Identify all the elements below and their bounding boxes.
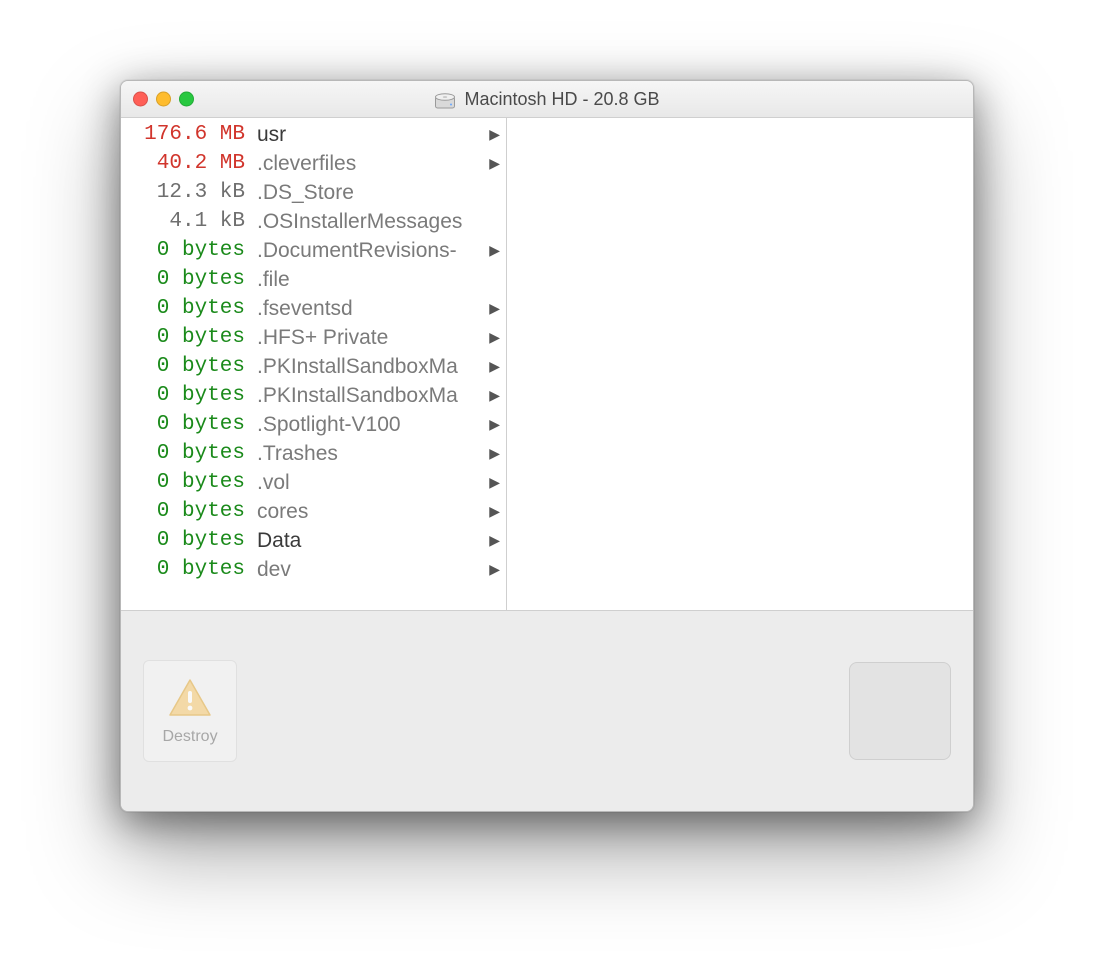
expand-arrow-icon[interactable]: ▶ — [486, 532, 500, 549]
file-size: 0 bytes — [123, 268, 257, 291]
expand-arrow-icon[interactable]: ▶ — [486, 474, 500, 491]
file-row[interactable]: 0 bytes.PKInstallSandboxMa▶ — [121, 352, 506, 381]
expand-arrow-icon[interactable]: ▶ — [486, 561, 500, 578]
file-size: 0 bytes — [123, 384, 257, 407]
file-size: 0 bytes — [123, 355, 257, 378]
expand-arrow-icon[interactable]: ▶ — [486, 155, 500, 172]
app-window: Macintosh HD - 20.8 GB 176.6 MBusr▶40.2 … — [120, 80, 974, 812]
file-row[interactable]: 0 bytes.fseventsd▶ — [121, 294, 506, 323]
expand-arrow-icon[interactable]: ▶ — [486, 300, 500, 317]
traffic-lights — [133, 92, 194, 107]
file-name: .Spotlight-V100 — [257, 413, 486, 437]
file-size: 0 bytes — [123, 413, 257, 436]
file-size: 0 bytes — [123, 239, 257, 262]
file-name: .PKInstallSandboxMa — [257, 355, 486, 379]
file-row[interactable]: 0 bytes.file▶ — [121, 265, 506, 294]
file-size: 0 bytes — [123, 471, 257, 494]
file-row[interactable]: 40.2 MB.cleverfiles▶ — [121, 149, 506, 178]
expand-arrow-icon[interactable]: ▶ — [486, 329, 500, 346]
file-size: 12.3 kB — [123, 181, 257, 204]
file-size: 0 bytes — [123, 529, 257, 552]
content-area: 176.6 MBusr▶40.2 MB.cleverfiles▶12.3 kB.… — [121, 118, 973, 611]
expand-arrow-icon[interactable]: ▶ — [486, 387, 500, 404]
file-size: 176.6 MB — [123, 123, 257, 146]
file-name: .DS_Store — [257, 181, 486, 205]
file-row[interactable]: 4.1 kB.OSInstallerMessages▶ — [121, 207, 506, 236]
file-size: 4.1 kB — [123, 210, 257, 233]
window-title-wrap: Macintosh HD - 20.8 GB — [434, 88, 659, 110]
file-row[interactable]: 12.3 kB.DS_Store▶ — [121, 178, 506, 207]
footer-toolbar: Destroy — [121, 611, 973, 811]
detail-pane — [507, 118, 973, 610]
file-name: .vol — [257, 471, 486, 495]
titlebar[interactable]: Macintosh HD - 20.8 GB — [121, 81, 973, 118]
warning-icon — [167, 677, 213, 724]
file-row[interactable]: 0 bytes.DocumentRevisions-▶ — [121, 236, 506, 265]
file-name: .OSInstallerMessages — [257, 210, 486, 234]
file-size: 0 bytes — [123, 442, 257, 465]
expand-arrow-icon[interactable]: ▶ — [486, 242, 500, 259]
close-button[interactable] — [133, 92, 148, 107]
preview-box[interactable] — [849, 662, 951, 760]
file-name: .file — [257, 268, 486, 292]
file-size: 0 bytes — [123, 297, 257, 320]
expand-arrow-icon[interactable]: ▶ — [486, 445, 500, 462]
file-name: .cleverfiles — [257, 152, 486, 176]
file-name: Data — [257, 529, 486, 553]
file-row[interactable]: 0 bytes.Spotlight-V100▶ — [121, 410, 506, 439]
file-name: .HFS+ Private — [257, 326, 486, 350]
file-size: 0 bytes — [123, 326, 257, 349]
window-title: Macintosh HD - 20.8 GB — [464, 89, 659, 110]
zoom-button[interactable] — [179, 92, 194, 107]
file-name: .PKInstallSandboxMa — [257, 384, 486, 408]
file-name: .Trashes — [257, 442, 486, 466]
file-size: 0 bytes — [123, 558, 257, 581]
file-name: dev — [257, 558, 486, 582]
file-row[interactable]: 0 bytescores▶ — [121, 497, 506, 526]
file-row[interactable]: 0 bytes.vol▶ — [121, 468, 506, 497]
disk-icon — [434, 88, 456, 110]
file-list: 176.6 MBusr▶40.2 MB.cleverfiles▶12.3 kB.… — [121, 118, 506, 610]
file-size: 40.2 MB — [123, 152, 257, 175]
file-name: .DocumentRevisions- — [257, 239, 486, 263]
expand-arrow-icon[interactable]: ▶ — [486, 416, 500, 433]
destroy-label: Destroy — [162, 728, 217, 746]
file-size: 0 bytes — [123, 500, 257, 523]
file-name: .fseventsd — [257, 297, 486, 321]
file-list-pane[interactable]: 176.6 MBusr▶40.2 MB.cleverfiles▶12.3 kB.… — [121, 118, 507, 610]
file-row[interactable]: 0 bytesdev▶ — [121, 555, 506, 584]
file-row[interactable]: 0 bytes.PKInstallSandboxMa▶ — [121, 381, 506, 410]
destroy-button[interactable]: Destroy — [143, 660, 237, 762]
file-row[interactable]: 0 bytesData▶ — [121, 526, 506, 555]
file-name: usr — [257, 123, 486, 147]
minimize-button[interactable] — [156, 92, 171, 107]
expand-arrow-icon[interactable]: ▶ — [486, 503, 500, 520]
file-row[interactable]: 0 bytes.Trashes▶ — [121, 439, 506, 468]
file-row[interactable]: 176.6 MBusr▶ — [121, 120, 506, 149]
expand-arrow-icon[interactable]: ▶ — [486, 126, 500, 143]
file-name: cores — [257, 500, 486, 524]
expand-arrow-icon[interactable]: ▶ — [486, 358, 500, 375]
file-row[interactable]: 0 bytes.HFS+ Private▶ — [121, 323, 506, 352]
